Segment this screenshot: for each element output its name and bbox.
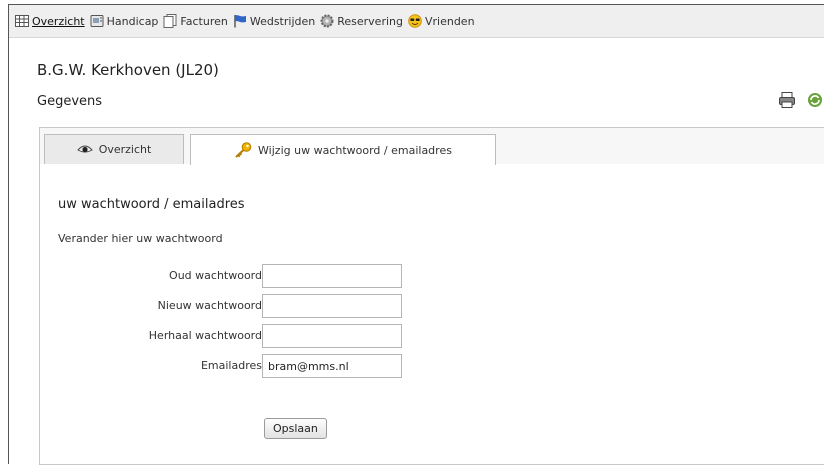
key-icon (235, 142, 252, 158)
tab-overzicht-label: Overzicht (98, 143, 152, 156)
section-title: Gegevens (37, 94, 103, 109)
nav-item-overzicht[interactable]: Overzicht (15, 14, 85, 28)
nav-item-reservering[interactable]: Reservering (320, 14, 403, 28)
app-frame: Overzicht Handicap Facturen Wedstrijden … (8, 4, 824, 465)
oud-wachtwoord-input[interactable] (262, 264, 402, 288)
tab-content: uw wachtwoord / emailadres Verander hier… (40, 164, 824, 464)
nav-item-wedstrijden[interactable]: Wedstrijden (233, 14, 315, 28)
form-row-nieuw-wachtwoord: Nieuw wachtwoord (40, 294, 440, 318)
nav-label-wedstrijden: Wedstrijden (249, 14, 316, 28)
eye-icon (76, 145, 93, 152)
refresh-icon[interactable] (806, 91, 824, 109)
sunglasses-smiley-icon (408, 14, 422, 28)
emailadres-input[interactable] (262, 354, 402, 378)
documents-icon (163, 14, 177, 28)
nav-item-facturen[interactable]: Facturen (163, 14, 228, 28)
form-row-oud-wachtwoord: Oud wachtwoord (40, 264, 440, 288)
toolbar (778, 91, 824, 109)
nieuw-wachtwoord-input[interactable] (262, 294, 402, 318)
card-icon (90, 15, 104, 27)
printer-icon[interactable] (778, 91, 796, 109)
tab-wijzig-label: Wijzig uw wachtwoord / emailadres (258, 143, 452, 157)
tab-bar: Overzicht Wijzig uw wachtwoord / emailad… (40, 128, 824, 165)
herhaal-wachtwoord-input[interactable] (262, 324, 402, 348)
form-row-emailadres: Emailadres (40, 354, 440, 378)
tab-panel: Overzicht Wijzig uw wachtwoord / emailad… (39, 127, 824, 465)
page-title: B.G.W. Kerkhoven (JL20) (37, 61, 219, 79)
nav-label-vrienden: Vrienden (424, 14, 475, 28)
save-button[interactable]: Opslaan (264, 418, 327, 439)
nav-item-vrienden[interactable]: Vrienden (408, 14, 475, 28)
tab-wijzig-wachtwoord[interactable]: Wijzig uw wachtwoord / emailadres (190, 134, 496, 165)
flag-icon (234, 15, 246, 28)
nieuw-wachtwoord-label: Nieuw wachtwoord (157, 299, 262, 312)
oud-wachtwoord-label: Oud wachtwoord (169, 269, 262, 282)
nav-label-reservering: Reservering (337, 14, 403, 28)
nav-label-facturen: Facturen (180, 14, 228, 28)
tab-overzicht[interactable]: Overzicht (44, 134, 184, 164)
top-navigation: Overzicht Handicap Facturen Wedstrijden … (9, 5, 824, 38)
grid-icon (15, 15, 29, 27)
emailadres-label: Emailadres (200, 359, 262, 372)
form-row-herhaal-wachtwoord: Herhaal wachtwoord (40, 324, 440, 348)
herhaal-wachtwoord-label: Herhaal wachtwoord (148, 329, 262, 342)
nav-item-handicap[interactable]: Handicap (90, 14, 159, 28)
form-subtitle: Verander hier uw wachtwoord (58, 232, 223, 245)
nav-label-overzicht: Overzicht (32, 14, 85, 28)
form-title: uw wachtwoord / emailadres (58, 197, 245, 212)
gear-icon (320, 14, 334, 28)
nav-label-handicap: Handicap (106, 14, 159, 28)
